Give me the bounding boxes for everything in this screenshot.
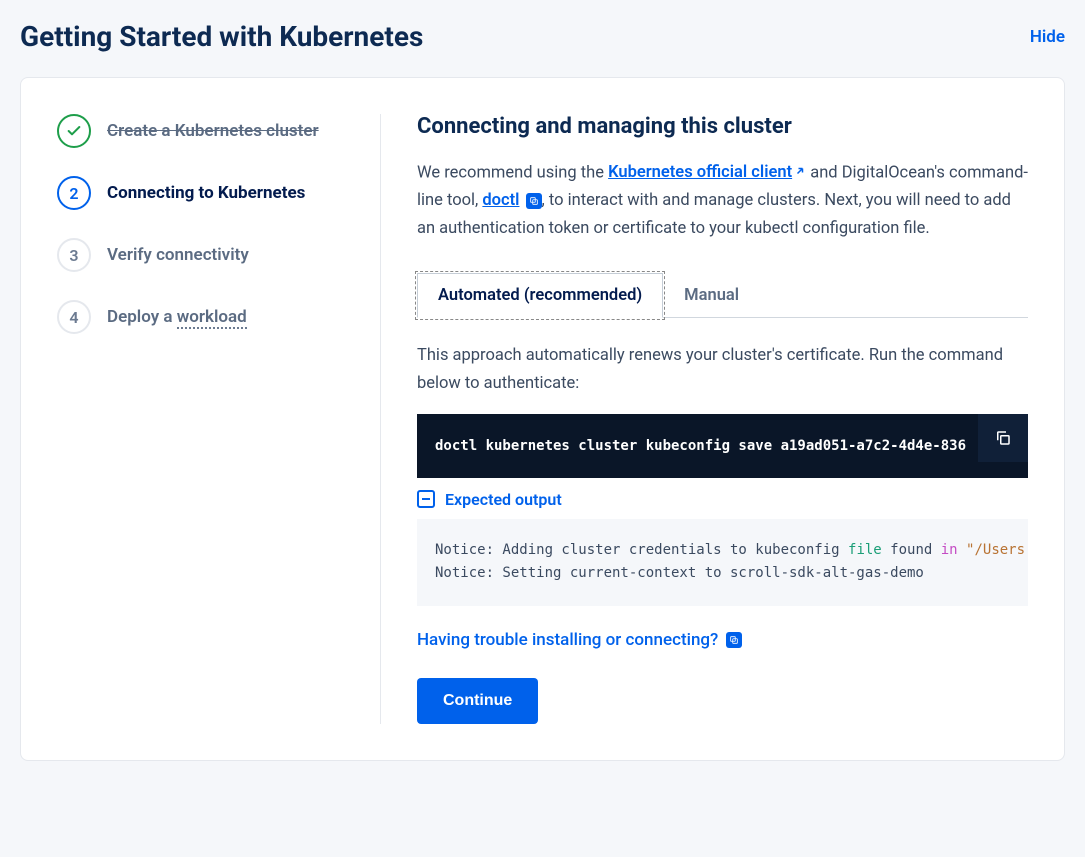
check-icon [57,114,91,148]
output-block: Notice: Adding cluster credentials to ku… [417,519,1028,607]
copy-command-button[interactable] [978,414,1028,462]
doctl-link[interactable]: doctl [482,191,519,210]
expected-output-label: Expected output [445,490,562,509]
copy-icon[interactable] [526,193,542,209]
step-label: Create a Kubernetes cluster [107,121,319,141]
step-create-cluster[interactable]: Create a Kubernetes cluster [57,114,344,148]
continue-button[interactable]: Continue [417,678,538,724]
step-label: Deploy a workload [107,307,247,327]
steps-sidebar: Create a Kubernetes cluster 2 Connecting… [21,114,381,724]
step-number-icon: 3 [57,238,91,272]
tab-automated[interactable]: Automated (recommended) [417,273,663,318]
content-title: Connecting and managing this cluster [417,114,1028,139]
step-label: Verify connectivity [107,245,249,265]
step-number-icon: 4 [57,300,91,334]
step-connecting[interactable]: 2 Connecting to Kubernetes [57,176,344,210]
copy-icon [994,429,1012,447]
content-panel: Connecting and managing this cluster We … [381,114,1064,724]
command-text: doctl kubernetes cluster kubeconfig save… [417,414,1028,478]
collapse-icon [417,490,435,508]
tabs: Automated (recommended) Manual [417,272,1028,318]
description: We recommend using the Kubernetes offici… [417,159,1028,244]
command-block: doctl kubernetes cluster kubeconfig save… [417,414,1028,478]
step-deploy[interactable]: 4 Deploy a workload [57,300,344,334]
step-number-icon: 2 [57,176,91,210]
tab-description: This approach automatically renews your … [417,342,1028,398]
trouble-link[interactable]: Having trouble installing or connecting? [417,630,742,650]
tab-manual[interactable]: Manual [663,273,760,318]
hide-link[interactable]: Hide [1030,27,1065,47]
step-verify[interactable]: 3 Verify connectivity [57,238,344,272]
external-link-icon [794,159,806,187]
kubernetes-client-link[interactable]: Kubernetes official client [608,163,806,182]
copy-icon [726,632,742,648]
getting-started-card: Create a Kubernetes cluster 2 Connecting… [20,77,1065,761]
expected-output-toggle[interactable]: Expected output [417,490,1028,509]
page-title: Getting Started with Kubernetes [20,20,423,53]
step-label: Connecting to Kubernetes [107,183,305,203]
